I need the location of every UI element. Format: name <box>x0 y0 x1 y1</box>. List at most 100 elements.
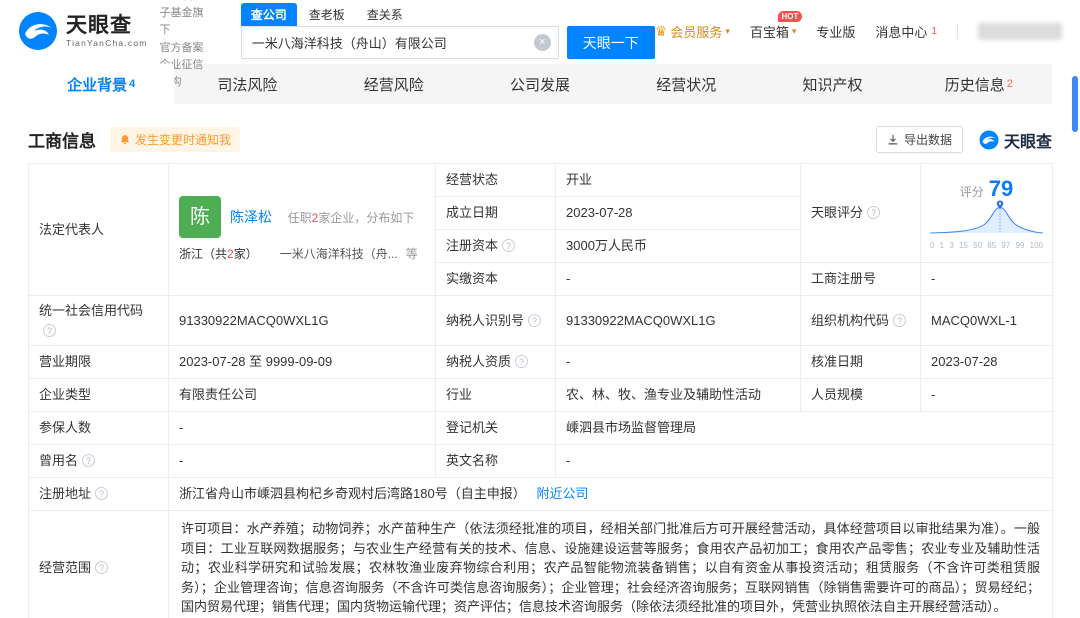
legal-rep-cell: 陈 陈泽松 任职2家企业，分布如下 浙江（共2家） 一米八海洋科技（舟... 等 <box>168 163 436 296</box>
chevron-down-icon: ▾ <box>725 25 730 36</box>
field-label-taxpayer-quality: 纳税人资质? <box>435 345 556 379</box>
crown-icon: ♛ <box>654 22 668 39</box>
field-value-registry: 嵊泗县市场监督管理局 <box>555 411 1053 445</box>
tab-count-badge: 4 <box>129 78 136 90</box>
score-chart[interactable]: 评分 79 0 1 3 15 50 85 97 99 100 <box>920 163 1053 263</box>
field-value-established: 2023-07-28 <box>555 196 801 230</box>
help-icon[interactable]: ? <box>893 313 907 327</box>
field-label-reg-number: 工商注册号 <box>800 262 921 296</box>
divider <box>957 23 958 39</box>
field-value-former-name: - <box>168 444 436 478</box>
search-tab-company[interactable]: 查公司 <box>240 3 297 26</box>
field-label-established: 成立日期 <box>435 196 556 230</box>
top-header: 天眼查 TianYanCha.com 国家中小企业发展子基金旗下 官方备案企业征… <box>0 0 1080 88</box>
brand-name: 天眼查 <box>66 13 132 37</box>
legal-rep-name-link[interactable]: 陈泽松 <box>230 209 272 225</box>
tab-count-badge: 2 <box>1006 78 1013 90</box>
clear-icon[interactable]: × <box>533 34 551 51</box>
field-label-company-type: 企业类型 <box>28 378 169 412</box>
export-data-button[interactable]: 导出数据 <box>875 126 963 153</box>
score-caption: 评分 <box>959 184 984 199</box>
search-input[interactable] <box>240 26 559 59</box>
pro-version-link[interactable]: 专业版 <box>816 22 855 41</box>
legal-rep-company-link[interactable]: 一米八海洋科技（舟... <box>280 245 398 263</box>
tab-operating-risk[interactable]: 经营风险 <box>321 64 467 104</box>
field-label-score: 天眼评分? <box>800 163 921 263</box>
legal-rep-region-filter[interactable]: 浙江（共2家） <box>179 245 258 263</box>
tab-judicial-risk[interactable]: 司法风险 <box>174 64 320 104</box>
search-button[interactable]: 天眼一下 <box>566 26 655 59</box>
chevron-down-icon: ▾ <box>791 25 797 36</box>
change-notification-button[interactable]: 发生变更时通知我 <box>110 127 241 152</box>
legal-rep-avatar[interactable]: 陈 <box>179 196 221 238</box>
field-value-insured-count: - <box>168 411 436 445</box>
brand-domain: TianYanCha.com <box>66 37 148 48</box>
field-label-address: 注册地址? <box>28 477 169 511</box>
field-label-english-name: 英文名称 <box>435 444 556 478</box>
legal-rep-etc: 等 <box>405 247 418 261</box>
field-value-english-name: - <box>555 444 1053 478</box>
message-center-link[interactable]: 消息中心 1 <box>875 22 937 41</box>
tab-company-development[interactable]: 公司发展 <box>467 64 613 104</box>
legal-rep-note: 任职2家企业，分布如下 <box>287 210 415 225</box>
help-icon[interactable]: ? <box>82 454 96 468</box>
field-label-staff-size: 人员规模 <box>800 378 921 412</box>
search-area: 查公司 查老板 查关系 × 天眼一下 <box>240 3 655 59</box>
tab-history-info[interactable]: 历史信息 2 <box>906 64 1052 104</box>
field-value-business-term: 2023-07-28 至 9999-09-09 <box>168 345 436 379</box>
tab-company-background[interactable]: 企业背景 4 <box>28 64 175 104</box>
help-icon[interactable]: ? <box>502 239 516 253</box>
help-icon[interactable]: ? <box>43 323 56 337</box>
hot-badge: HOT <box>777 10 803 22</box>
message-count-badge: 1 <box>931 25 937 37</box>
help-icon[interactable]: ? <box>528 313 542 327</box>
field-value-credit-code: 91330922MACQ0WXL1G <box>168 295 436 346</box>
field-label-credit-code: 统一社会信用代码? <box>28 295 169 346</box>
field-value-address: 浙江省舟山市嵊泗县枸杞乡奇观村后湾路180号（自主申报） 附近公司 <box>168 477 1053 511</box>
tab-operating-status[interactable]: 经营状况 <box>613 64 759 104</box>
business-info-table: 法定代表人 陈 陈泽松 任职2家企业，分布如下 浙江（共2家） 一米八海洋科技（… <box>28 163 1053 618</box>
field-value-scope: 许可项目：水产养殖；动物饲养；水产苗种生产（依法须经批准的项目，经相关部门批准后… <box>168 510 1053 618</box>
help-icon[interactable]: ? <box>867 206 881 220</box>
score-value: 79 <box>988 175 1014 201</box>
section-title: 工商信息 <box>28 132 96 151</box>
field-label-org-code: 组织机构代码? <box>800 295 921 346</box>
field-value-org-code: MACQ0WXL-1 <box>920 295 1053 346</box>
field-label-insured-count: 参保人数 <box>28 411 169 445</box>
scrollbar-thumb[interactable] <box>1072 76 1078 132</box>
field-label-business-term: 营业期限 <box>28 345 169 379</box>
field-label-industry: 行业 <box>435 378 556 412</box>
search-tab-boss[interactable]: 查老板 <box>299 3 355 26</box>
field-value-paid-capital: - <box>555 262 801 296</box>
field-label-status: 经营状态 <box>435 163 556 197</box>
section-tabs: 企业背景 4 司法风险 经营风险 公司发展 经营状况 知识产权 历史信息 2 <box>28 64 1052 104</box>
field-value-approval-date: 2023-07-28 <box>920 345 1053 379</box>
field-value-staff-size: - <box>920 378 1053 412</box>
help-icon[interactable]: ? <box>95 487 109 501</box>
field-label-reg-capital: 注册资本? <box>435 229 556 263</box>
field-label-registry: 登记机关 <box>435 411 556 445</box>
help-icon[interactable]: ? <box>95 561 109 574</box>
brand-logo[interactable]: 天眼查 TianYanCha.com <box>18 11 148 51</box>
field-label-former-name: 曾用名? <box>28 444 169 478</box>
field-value-industry: 农、林、牧、渔专业及辅助性活动 <box>555 378 801 412</box>
field-value-reg-number: - <box>920 262 1053 296</box>
member-services-link[interactable]: ♛ 会员服务 ▾ <box>655 22 730 41</box>
field-label-scope: 经营范围? <box>28 510 169 618</box>
bell-icon <box>120 134 130 144</box>
user-account-blurred[interactable] <box>978 22 1062 40</box>
field-value-company-type: 有限责任公司 <box>168 378 436 412</box>
tianyancha-watermark: 天眼查 <box>979 128 1052 152</box>
search-tab-relation[interactable]: 查关系 <box>357 3 413 26</box>
tab-intellectual-property[interactable]: 知识产权 <box>759 64 905 104</box>
field-label-approval-date: 核准日期 <box>800 345 921 379</box>
field-label-paid-capital: 实缴资本 <box>435 262 556 296</box>
brand-logo-icon <box>19 12 57 50</box>
field-label-legal-rep: 法定代表人 <box>28 163 169 296</box>
field-value-taxpayer-quality: - <box>555 345 801 379</box>
download-icon <box>888 134 898 144</box>
help-icon[interactable]: ? <box>515 355 529 369</box>
nearby-companies-link[interactable]: 附近公司 <box>537 486 589 501</box>
treasure-box-link[interactable]: 百宝箱 ▾ HOT <box>750 10 803 41</box>
score-curve-chart <box>930 200 1043 234</box>
